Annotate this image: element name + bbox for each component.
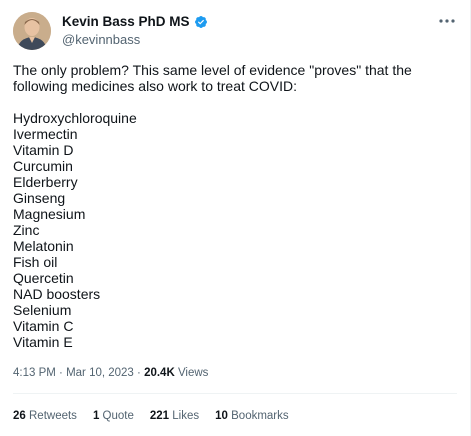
bookmarks-stat[interactable]: 10 Bookmarks <box>215 409 289 423</box>
retweets-stat[interactable]: 26 Retweets <box>13 409 77 423</box>
list-item: Vitamin E <box>13 334 73 350</box>
divider <box>13 393 457 394</box>
list-item: Hydroxychloroquine <box>13 110 137 126</box>
bookmarks-count: 10 <box>215 410 228 422</box>
list-item: Selenium <box>13 302 72 318</box>
quotes-label: Quote <box>102 410 134 422</box>
list-item: Fish oil <box>13 254 58 270</box>
quotes-stat[interactable]: 1 Quote <box>93 409 134 423</box>
bookmarks-label: Bookmarks <box>231 410 289 422</box>
tweet-card: Kevin Bass PhD MS @kevinnbass The only p… <box>0 0 471 436</box>
author-name-row: Kevin Bass PhD MS <box>62 14 208 30</box>
meta-separator: · <box>55 367 67 379</box>
list-item: NAD boosters <box>13 286 101 302</box>
list-item: Zinc <box>13 222 40 238</box>
views-count: 20.4K <box>144 367 175 379</box>
avatar[interactable] <box>13 12 51 50</box>
list-item: Magnesium <box>13 206 86 222</box>
list-item: Vitamin D <box>13 142 74 158</box>
author-handle[interactable]: @kevinnbass <box>62 32 140 48</box>
quotes-count: 1 <box>92 410 100 422</box>
more-options-icon[interactable] <box>438 14 456 28</box>
likes-stat[interactable]: 221 Likes <box>150 409 199 423</box>
retweets-count: 26 <box>13 410 26 422</box>
likes-count: 221 <box>149 410 170 422</box>
list-item: Elderberry <box>13 174 78 190</box>
list-item: Curcumin <box>13 158 73 174</box>
tweet-intro: The only problem? This same level of evi… <box>13 62 412 94</box>
likes-label: Likes <box>172 410 200 422</box>
engagement-stats: 26 Retweets 1 Quote 221 Likes 10 Bookmar… <box>13 409 289 423</box>
list-item: Vitamin C <box>13 318 74 334</box>
list-item: Ivermectin <box>13 126 78 142</box>
verified-badge-icon <box>194 15 208 29</box>
medicine-list: Hydroxychloroquine Ivermectin Vitamin D … <box>13 110 453 350</box>
views-label: Views <box>177 367 209 379</box>
list-item: Ginseng <box>13 190 66 206</box>
author-display-name[interactable]: Kevin Bass PhD MS <box>62 14 190 30</box>
tweet-meta: 4:13 PM · Mar 10, 2023 · 20.4K Views <box>13 366 208 380</box>
tweet-time[interactable]: 4:13 PM <box>13 367 56 379</box>
tweet-date[interactable]: Mar 10, 2023 <box>66 367 134 379</box>
meta-separator: · <box>133 367 145 379</box>
tweet-text: The only problem? This same level of evi… <box>13 62 453 350</box>
list-item: Quercetin <box>13 270 74 286</box>
avatar-image <box>13 12 51 50</box>
retweets-label: Retweets <box>29 410 77 422</box>
list-item: Melatonin <box>13 238 74 254</box>
